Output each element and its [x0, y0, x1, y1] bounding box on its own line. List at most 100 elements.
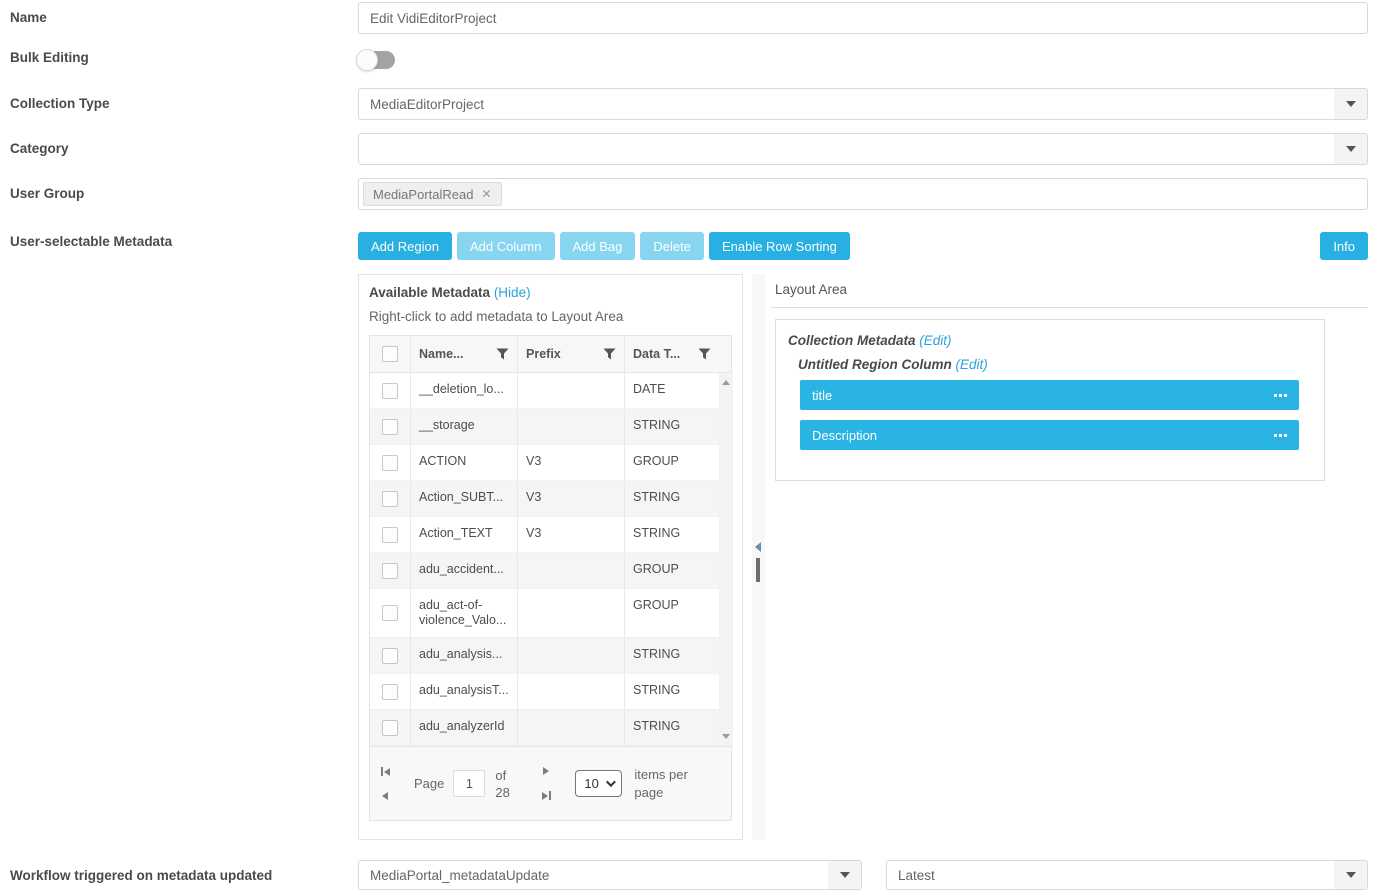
user-group-input[interactable]: MediaPortalRead ✕	[358, 178, 1368, 210]
tag-label: MediaPortalRead	[373, 187, 473, 202]
collection-metadata-edit-link[interactable]: (Edit)	[919, 333, 951, 348]
table-scrollbar[interactable]	[719, 373, 733, 746]
add-column-button[interactable]: Add Column	[457, 232, 555, 260]
workflow-version-arrow[interactable]	[1334, 861, 1367, 889]
workflow-dropdown-arrow[interactable]	[828, 861, 861, 889]
available-metadata-hint: Right-click to add metadata to Layout Ar…	[369, 309, 732, 324]
row-checkbox[interactable]	[382, 563, 398, 579]
collapse-panel-icon[interactable]	[755, 542, 761, 552]
table-row[interactable]: adu_analysisT... STRING	[370, 674, 719, 710]
layout-area-title: Layout Area	[771, 282, 1368, 297]
table-row[interactable]: Action_SUBT... V3 STRING	[370, 481, 719, 517]
collection-metadata-label: Collection Metadata	[788, 333, 916, 348]
user-group-row: User Group MediaPortalRead ✕	[0, 178, 1380, 210]
row-checkbox[interactable]	[382, 455, 398, 471]
region-column-heading: Untitled Region Column (Edit)	[798, 357, 1312, 372]
grid-header: Name... Prefix Data T...	[370, 336, 731, 373]
gap	[862, 860, 886, 890]
page-number-input[interactable]	[453, 770, 485, 797]
bulk-editing-toggle[interactable]	[358, 51, 395, 69]
chevron-down-icon	[606, 777, 616, 787]
chevron-down-icon	[1346, 146, 1356, 152]
bar-label: title	[812, 388, 832, 403]
table-row[interactable]: adu_analysis... STRING	[370, 638, 719, 674]
table-row[interactable]: __deletion_lo... DATE	[370, 373, 719, 409]
filter-icon[interactable]	[496, 348, 509, 360]
scroll-down-icon[interactable]	[722, 734, 730, 739]
row-checkbox[interactable]	[382, 605, 398, 621]
category-arrow[interactable]	[1334, 134, 1367, 164]
info-button[interactable]: Info	[1320, 232, 1368, 260]
table-row[interactable]: adu_accident... GROUP	[370, 553, 719, 589]
bar-menu-dots-icon[interactable]	[1274, 434, 1287, 437]
grid-body: __deletion_lo... DATE __storage STRING	[370, 373, 731, 746]
metadata-bar-title[interactable]: title	[800, 380, 1299, 410]
delete-button[interactable]: Delete	[640, 232, 704, 260]
table-row[interactable]: __storage STRING	[370, 409, 719, 445]
metadata-bar-description[interactable]: Description	[800, 420, 1299, 450]
first-page-icon[interactable]	[381, 767, 390, 776]
remove-tag-icon[interactable]: ✕	[481, 187, 491, 201]
splitter-drag-handle[interactable]	[756, 558, 760, 582]
workflow-version-value: Latest	[887, 868, 1334, 883]
collection-type-row: Collection Type MediaEditorProject	[0, 88, 1380, 120]
name-label: Name	[0, 2, 358, 25]
metadata-bars: title Description	[800, 380, 1312, 450]
table-row[interactable]: ACTION V3 GROUP	[370, 445, 719, 481]
metadata-toolbar: Add Region Add Column Add Bag Delete Ena…	[358, 232, 1368, 260]
select-all-checkbox[interactable]	[382, 346, 398, 362]
chevron-down-icon	[840, 872, 850, 878]
enable-row-sorting-button[interactable]: Enable Row Sorting	[709, 232, 850, 260]
panel-splitter[interactable]	[752, 274, 765, 840]
category-dropdown[interactable]	[358, 133, 1368, 165]
chevron-down-icon	[1346, 872, 1356, 878]
items-per-page-label: items per page	[634, 766, 706, 802]
available-metadata-title-row: Available Metadata (Hide)	[369, 285, 732, 300]
next-page-icon[interactable]	[543, 767, 549, 775]
row-checkbox[interactable]	[382, 648, 398, 664]
workflow-dropdown[interactable]: MediaPortal_metadataUpdate	[358, 860, 862, 890]
table-row[interactable]: adu_analyzerId STRING	[370, 710, 719, 746]
prev-page-icon[interactable]	[382, 792, 388, 800]
collection-type-label: Collection Type	[0, 88, 358, 111]
divider	[771, 307, 1368, 308]
grid-pager: Page of 28 10 items per page	[370, 746, 731, 820]
category-row: Category	[0, 133, 1380, 165]
collection-metadata-heading: Collection Metadata (Edit)	[788, 333, 1312, 348]
page-size-value: 10	[584, 776, 598, 791]
region-column-label: Untitled Region Column	[798, 357, 952, 372]
name-input[interactable]	[359, 3, 1367, 33]
row-checkbox[interactable]	[382, 720, 398, 736]
scroll-up-icon[interactable]	[722, 380, 730, 385]
collection-type-dropdown[interactable]: MediaEditorProject	[358, 88, 1368, 120]
toggle-knob	[356, 49, 378, 71]
page-size-select[interactable]: 10	[575, 770, 622, 797]
grid-rows: __deletion_lo... DATE __storage STRING	[370, 373, 719, 746]
panel-gap	[743, 274, 752, 840]
bar-menu-dots-icon[interactable]	[1274, 394, 1287, 397]
region-column-edit-link[interactable]: (Edit)	[956, 357, 988, 372]
row-checkbox[interactable]	[382, 527, 398, 543]
row-checkbox[interactable]	[382, 491, 398, 507]
table-row[interactable]: adu_act-of-violence_Valo... GROUP	[370, 589, 719, 638]
workflow-version-dropdown[interactable]: Latest	[886, 860, 1368, 890]
layout-area-panel: Layout Area Collection Metadata (Edit) U…	[771, 274, 1368, 840]
user-group-tag: MediaPortalRead ✕	[363, 182, 502, 206]
table-row[interactable]: Action_TEXT V3 STRING	[370, 517, 719, 553]
page-total-label: of 28	[495, 767, 523, 801]
row-checkbox[interactable]	[382, 419, 398, 435]
add-region-button[interactable]: Add Region	[358, 232, 452, 260]
last-page-icon[interactable]	[542, 791, 551, 800]
hide-link[interactable]: (Hide)	[494, 285, 531, 300]
row-checkbox[interactable]	[382, 383, 398, 399]
filter-icon[interactable]	[698, 348, 711, 360]
add-bag-button[interactable]: Add Bag	[560, 232, 636, 260]
workflow-label: Workflow triggered on metadata updated	[0, 860, 358, 883]
user-selectable-metadata-label: User-selectable Metadata	[0, 232, 358, 249]
available-metadata-title: Available Metadata	[369, 285, 490, 300]
column-header-datatype: Data T...	[624, 336, 719, 372]
row-checkbox[interactable]	[382, 684, 398, 700]
collection-type-arrow[interactable]	[1334, 89, 1367, 119]
filter-icon[interactable]	[603, 348, 616, 360]
category-label: Category	[0, 133, 358, 156]
